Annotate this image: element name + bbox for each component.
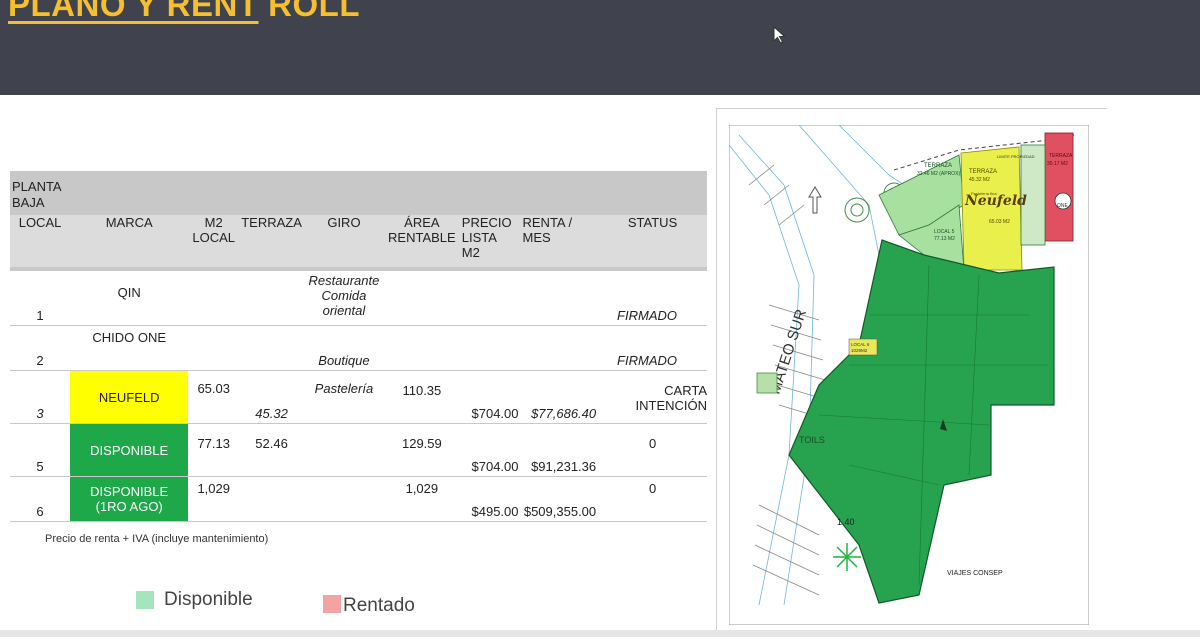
col-terraza: TERRAZA [239, 215, 304, 267]
cell-renta: $91,231.36 [520, 423, 599, 477]
plan-terraza3-area: 30.17 M2 [1047, 161, 1068, 167]
cell-m2 [188, 271, 240, 326]
plan-terraza1-label: TERRAZA [924, 163, 952, 169]
cell-marca: QIN [70, 271, 189, 326]
cell-terraza [239, 325, 304, 371]
title-underlined: PLANO Y RENT [8, 0, 259, 23]
plan-dimension-label: 1.40 [837, 517, 855, 527]
cell-giro: Restaurante Comida oriental [303, 271, 384, 326]
col-marca: MARCA [70, 215, 189, 267]
cell-area: 1,029 [383, 476, 460, 522]
plan-terraza2-area: 45.32 M2 [969, 177, 990, 183]
cell-area: 110.35 [383, 370, 460, 424]
cell-giro [303, 476, 384, 522]
cell-local: 2 [10, 325, 71, 371]
cell-local: 6 [10, 476, 71, 522]
title-rest: ROLL [258, 0, 360, 23]
cell-giro: Boutique [303, 325, 384, 371]
cell-status: FIRMADO [598, 271, 707, 326]
cell-status: CARTA INTENCIÓN [598, 370, 707, 424]
slide-header: PLANO Y RENT ROLL [0, 0, 1200, 95]
cell-area [383, 325, 460, 371]
table-row: 3 NEUFELD 65.03 45.32 Pastelería 110.35 … [10, 370, 707, 424]
legend-swatch-disponible [136, 591, 154, 609]
cell-renta: $509,355.00 [520, 476, 599, 522]
plan-viajes-label: VIAJES CONSEP [947, 570, 1003, 577]
table-row: 1 QIN Restaurante Comida oriental FIRMAD… [10, 271, 707, 326]
cell-precio [459, 271, 521, 326]
col-m2-local: M2 LOCAL [188, 215, 240, 267]
table-row: 2 CHIDO ONE Boutique FIRMADO [10, 325, 707, 371]
legend-label-rentado: Rentado [343, 595, 415, 616]
plan-terraza1-area: 32.46 M2 (APROX) [917, 171, 960, 177]
cell-area: 129.59 [383, 423, 460, 477]
cell-terraza: 52.46 [239, 423, 304, 477]
bottom-strip [0, 630, 1200, 637]
cell-local: 1 [10, 271, 71, 326]
cell-area [383, 271, 460, 326]
cell-local: 3 [10, 370, 71, 424]
plan-bench-icon [756, 372, 778, 394]
cell-precio: $704.00 [459, 370, 521, 424]
plan-chido-label: ONE [1057, 203, 1069, 209]
cell-precio [459, 325, 521, 371]
cell-precio: $704.00 [459, 423, 521, 477]
mouse-cursor-icon [773, 26, 786, 44]
plan-neufeld-sub: Pastelería fina [971, 191, 997, 196]
plan-local6-area: 1029M2 [851, 348, 868, 353]
page-title: PLANO Y RENT ROLL [8, 0, 360, 24]
cell-status: 0 [598, 423, 707, 477]
section-label-text: PLANTA BAJA [12, 179, 61, 210]
col-giro: GIRO [303, 215, 384, 267]
cell-m2 [188, 325, 240, 371]
cell-marca-disponible-ago: DISPONIBLE (1RO AGO) [70, 476, 189, 522]
rent-note: Precio de renta + IVA (incluye mantenimi… [45, 533, 269, 545]
plan-local3-area: 65.03 M2 [989, 219, 1010, 225]
cell-terraza [239, 271, 304, 326]
col-renta-mes: RENTA / MES [520, 215, 599, 267]
cell-giro: Pastelería [303, 370, 384, 424]
plan-terraza2-label: TERRAZA [969, 169, 997, 175]
floor-plan: MATEO SUR TERRAZA 32.46 M2 (APROX) TERRA… [729, 125, 1089, 625]
cell-terraza: 45.32 [239, 370, 304, 424]
cell-local: 5 [10, 423, 71, 477]
col-status: STATUS [598, 215, 707, 267]
col-local: LOCAL [10, 215, 71, 267]
col-area-rentable: ÁREA RENTABLE [383, 215, 460, 267]
legend-swatch-rentado [323, 595, 341, 613]
cell-renta [520, 271, 599, 326]
table-header-row: LOCAL MARCA M2 LOCAL TERRAZA GIRO ÁREA R… [10, 215, 707, 267]
cell-renta [520, 325, 599, 371]
cell-renta: $77,686.40 [520, 370, 599, 424]
plan-terraza3-label: TERRAZA [1049, 153, 1073, 159]
plan-local5-area: 77.13 M2 [934, 236, 955, 242]
cell-status: 0 [598, 476, 707, 522]
plant-icon [833, 543, 861, 571]
legend-label-disponible: Disponible [164, 589, 253, 610]
section-row: PLANTA BAJA [10, 171, 707, 215]
plan-local5-label: LOCAL 5 [934, 229, 955, 235]
cell-marca-disponible: DISPONIBLE [70, 423, 189, 477]
plan-terraza-3 [1044, 132, 1074, 242]
plan-limite-label: LIMITE PROPIEDAD [997, 154, 1035, 159]
plan-toilets-label: TOILS [799, 435, 825, 445]
cell-marca: CHIDO ONE [70, 325, 189, 371]
section-label: PLANTA BAJA [10, 171, 71, 215]
cell-terraza [239, 476, 304, 522]
table-row: 5 DISPONIBLE 77.13 52.46 129.59 $704.00 … [10, 423, 707, 477]
plan-local6-label: LOCAL 6 [851, 342, 870, 347]
cell-m2: 1,029 [188, 476, 240, 522]
cell-m2: 77.13 [188, 423, 240, 477]
rent-roll-table: PLANTA BAJA LOCAL MARCA M2 LOCAL TERRAZA… [10, 171, 707, 522]
cell-m2: 65.03 [188, 370, 240, 424]
cell-status: FIRMADO [598, 325, 707, 371]
cell-giro [303, 423, 384, 477]
table-row: 6 DISPONIBLE (1RO AGO) 1,029 1,029 $495.… [10, 476, 707, 522]
cell-precio: $495.00 [459, 476, 521, 522]
col-precio-lista: PRECIO LISTA M2 [459, 215, 521, 267]
cell-marca-neufeld: NEUFELD [70, 370, 189, 424]
